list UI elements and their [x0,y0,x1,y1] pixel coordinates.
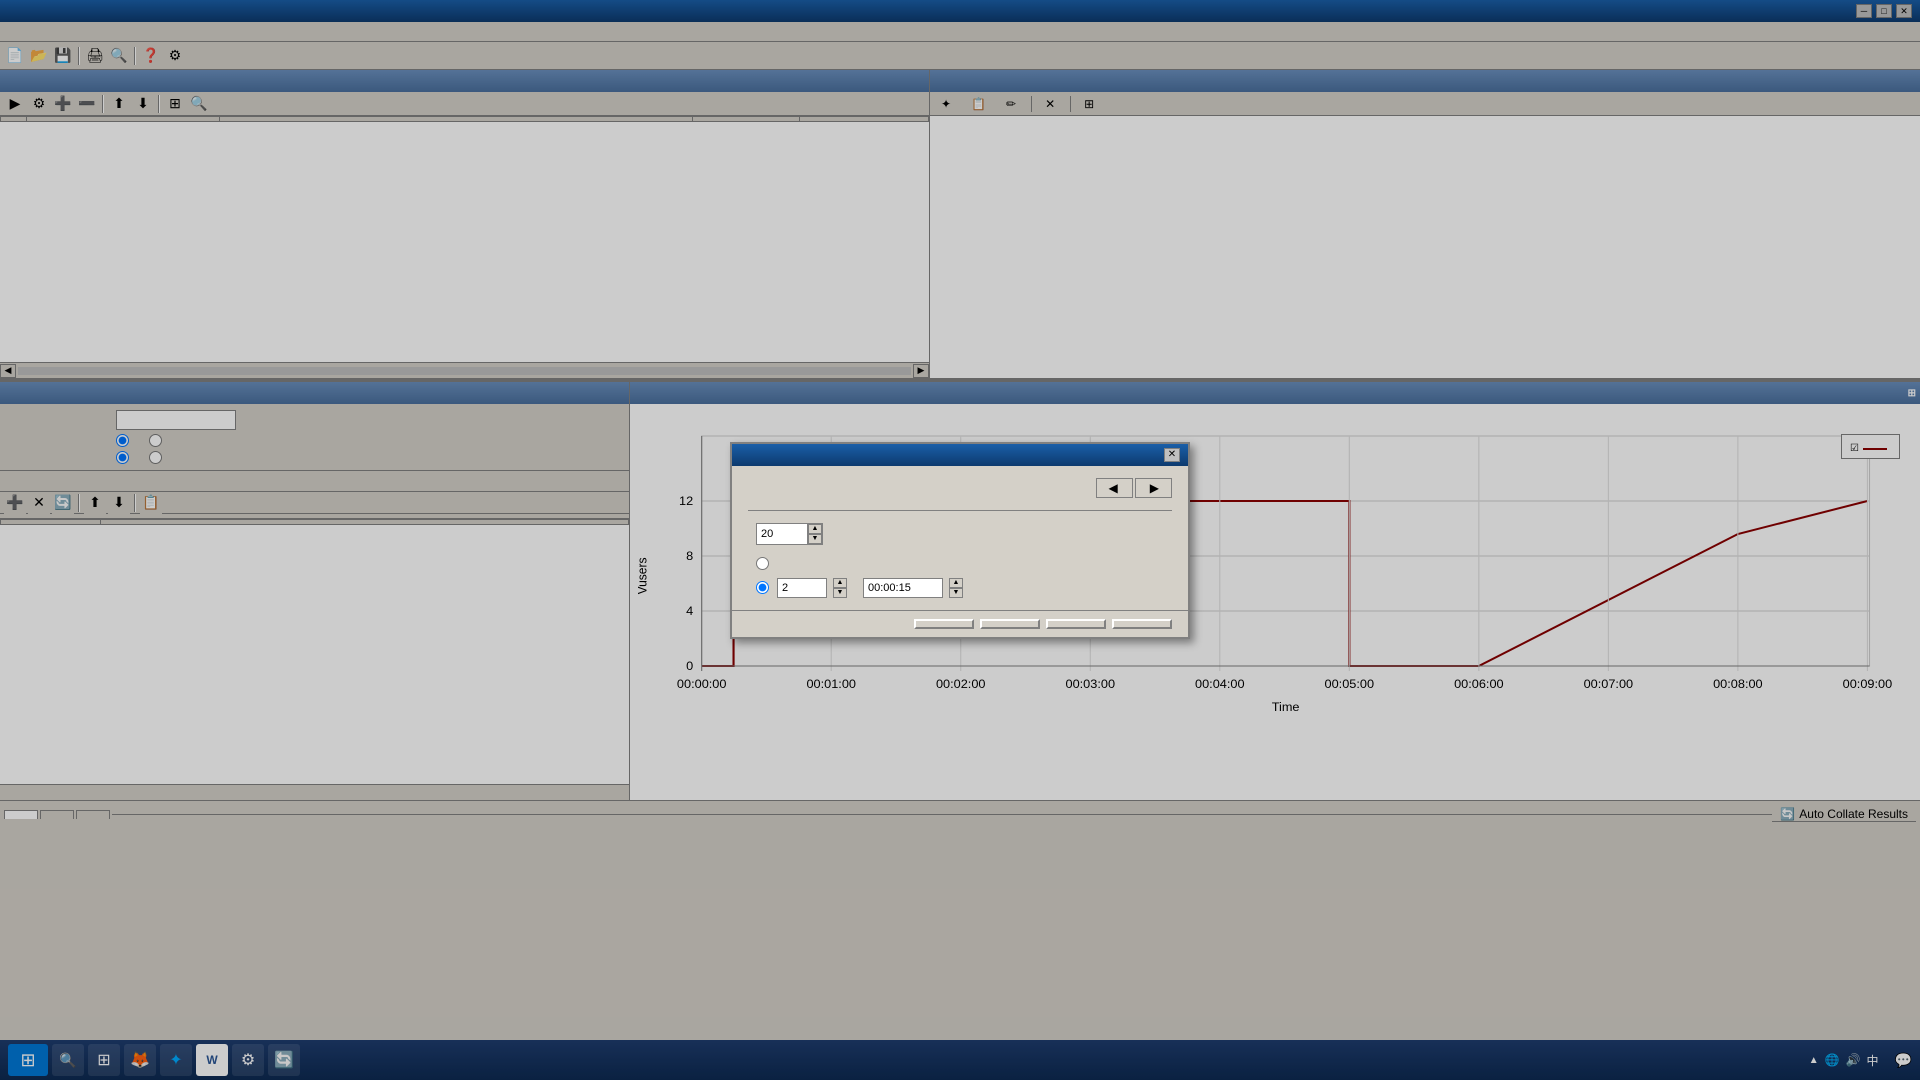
next-button[interactable]: ▶ [1135,478,1172,498]
previous-arrow-icon: ◀ [1109,481,1118,495]
simultaneously-radio[interactable] [756,557,769,570]
dialog-separator [748,510,1172,511]
edit-action-dialog: ✕ ◀ ▶ [730,442,1190,639]
apply-button[interactable] [1112,619,1172,629]
ok-button[interactable] [980,619,1040,629]
start-vusers-row: ▲ ▼ [748,523,1172,545]
time-spinner-down[interactable]: ▼ [949,588,963,598]
dialog-close-button[interactable]: ✕ [1164,448,1180,462]
options-area: ▲ ▼ ▲ ▼ [756,557,1172,598]
help-button[interactable] [914,619,974,629]
simultaneously-row [756,557,1172,570]
nav-buttons-group: ◀ ▶ [1096,478,1172,498]
next-arrow-icon: ▶ [1150,481,1159,495]
vusers-spinner-btns: ▲ ▼ [833,578,847,598]
vusers-spinner-down[interactable]: ▼ [833,588,847,598]
dialog-footer [732,610,1188,637]
start-spinner-up[interactable]: ▲ [808,524,822,534]
vusers-count-input[interactable] [777,578,827,598]
vusers-spinner-up[interactable]: ▲ [833,578,847,588]
vusers-spinner-group: ▲ ▼ [777,578,847,598]
start-value-input[interactable] [757,525,807,543]
start-spinner-down[interactable]: ▼ [808,534,822,544]
cancel-button[interactable] [1046,619,1106,629]
time-spinner-up[interactable]: ▲ [949,578,963,588]
vusers-every-row: ▲ ▼ ▲ ▼ [756,578,1172,598]
dialog-titlebar: ✕ [732,444,1188,466]
previous-button[interactable]: ◀ [1096,478,1133,498]
time-value-input[interactable] [863,578,943,598]
modal-overlay: ✕ ◀ ▶ [0,0,1920,1080]
time-spinner-btns: ▲ ▼ [949,578,963,598]
action-type-row: ◀ ▶ [748,478,1172,498]
time-spinner-group: ▲ ▼ [863,578,963,598]
vusers-every-radio[interactable] [756,581,769,594]
dialog-content: ◀ ▶ ▲ ▼ [732,466,1188,610]
